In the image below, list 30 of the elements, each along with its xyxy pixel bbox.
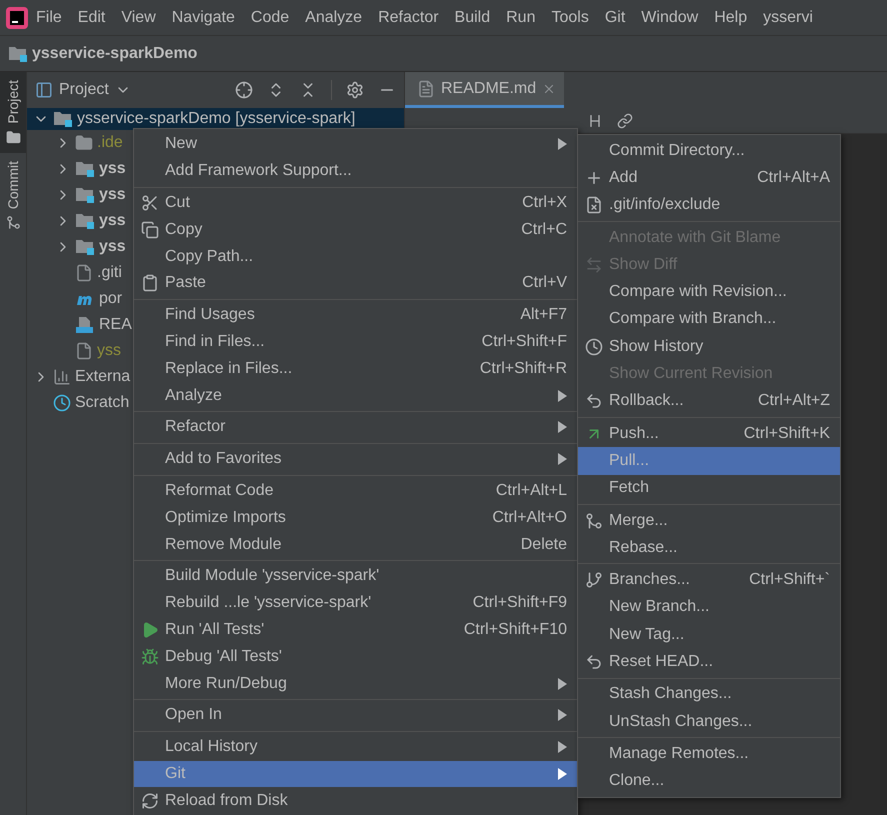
shortcut-text: Ctrl+Alt+O [492, 508, 567, 527]
tree-label: yss [97, 342, 121, 360]
shortcut-text: Ctrl+Shift+F9 [472, 594, 567, 612]
tree-label: REA [99, 316, 132, 334]
shortcut-text: Ctrl+Shift+R [480, 360, 567, 378]
shortcut-text: Ctrl+V [522, 274, 567, 292]
tree-label: yss [99, 238, 126, 256]
tab-label: Commit [5, 160, 21, 209]
tree-label: ysservice-sparkDemo [ysservice-spark] [77, 110, 356, 128]
tree-label: .ide [97, 134, 123, 152]
tree-label: yss [99, 186, 126, 204]
tree-label: Scratch [75, 394, 130, 412]
shortcut-text: Ctrl+Alt+L [496, 482, 567, 500]
tree-label: .giti [97, 264, 122, 282]
shortcut-text: Ctrl+Shift+` [749, 571, 830, 590]
shortcut-text: Ctrl+Alt+Z [758, 392, 830, 410]
tree-label: yss [99, 160, 126, 178]
tab-label: Project [5, 80, 21, 124]
shortcut-text: Delete [520, 536, 567, 554]
shortcut-text: Alt+F7 [520, 306, 567, 324]
tree-label: por [99, 290, 122, 308]
shortcut-text: Ctrl+Shift+F [482, 332, 567, 351]
tree-label: Externa [75, 368, 130, 386]
tree-label: yss [99, 212, 126, 230]
shortcut-text: Ctrl+Shift+F10 [464, 620, 567, 639]
shortcut-text: Ctrl+Alt+A [757, 168, 830, 187]
shortcut-text: Ctrl+Shift+K [744, 424, 830, 443]
shortcut-text: Ctrl+C [521, 220, 567, 239]
window-title: ysservi [762, 8, 814, 26]
shortcut-text: Ctrl+X [522, 194, 567, 212]
